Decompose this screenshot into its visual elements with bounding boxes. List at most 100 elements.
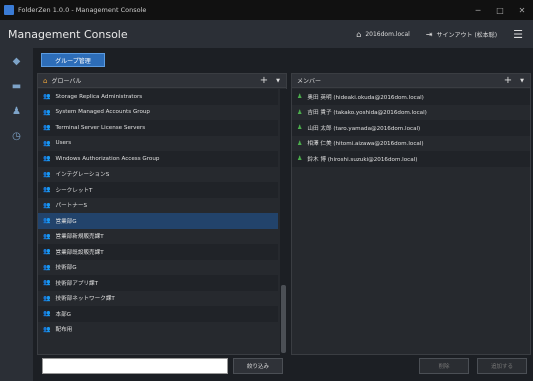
group-icon: 👥 (43, 232, 51, 240)
group-icon: 👥 (43, 93, 51, 101)
app-title: Management Console (8, 27, 128, 41)
group-icon: 👥 (43, 124, 51, 132)
groups-scrollbar[interactable] (280, 89, 287, 355)
member-name: 吉田 貴子 (takako.yoshida@2016dom.local) (307, 110, 427, 117)
domain-icon: ⌂ (356, 29, 362, 39)
group-list-item[interactable]: 👥 Storage Replica Administrators (38, 89, 278, 105)
member-name: 鈴木 博 (hiroshi.suzuki@2016dom.local) (307, 156, 418, 163)
member-name: 奥田 英明 (hideaki.okuda@2016dom.local) (307, 94, 424, 101)
members-panel-header: メンバー + ▼ (292, 74, 530, 88)
add-button[interactable]: 追加する (477, 358, 527, 374)
groups-scroll-thumb[interactable] (281, 285, 286, 353)
group-list-item[interactable]: 👥 技術部G (38, 260, 278, 276)
member-name: 山田 太郎 (taro.yamada@2016dom.local) (307, 125, 421, 132)
group-list-item[interactable]: 👥 シークレットT (38, 182, 278, 198)
folder-icon: ⌂ (43, 76, 48, 85)
group-name: System Managed Accounts Group (55, 109, 150, 116)
group-list-item[interactable]: 👥 Users (38, 136, 278, 152)
hamburger-menu-icon[interactable]: ☰ (513, 28, 523, 41)
group-list-item[interactable]: 👥 技術部アプリ課T (38, 275, 278, 291)
add-member-button[interactable]: + (504, 75, 512, 86)
group-icon: 👥 (43, 248, 51, 256)
group-icon: 👥 (43, 170, 51, 178)
group-search-input[interactable] (42, 358, 228, 374)
tab-group-management[interactable]: グループ管理 (41, 53, 105, 67)
signout-label: サインアウト (松本聡) (436, 31, 498, 39)
group-name: 技術部ネットワーク課T (55, 296, 115, 303)
group-list-item[interactable]: 👥 配布用 (38, 322, 278, 338)
group-name: 営業部既設販売課T (55, 249, 104, 256)
group-name: Storage Replica Administrators (55, 93, 143, 100)
left-nav-rail: ◆ ▬ ♟ ◷ (0, 48, 33, 381)
group-name: 配布用 (55, 327, 73, 334)
group-name: 技術部G (55, 265, 77, 272)
diamond-nav-icon[interactable]: ◆ (0, 56, 33, 67)
member-list-item[interactable]: ♟ 山田 太郎 (taro.yamada@2016dom.local) (292, 120, 530, 136)
group-list-item[interactable]: 👥 Terminal Server License Servers (38, 120, 278, 136)
clock-nav-icon[interactable]: ◷ (0, 131, 33, 142)
group-list-item[interactable]: 👥 インテグレーションS (38, 167, 278, 183)
group-list-item[interactable]: 👥 営業部新規販売課T (38, 229, 278, 245)
group-name: Terminal Server License Servers (55, 124, 146, 131)
group-list-item[interactable]: 👥 営業部G (38, 213, 278, 229)
group-name: 営業部G (55, 218, 77, 225)
group-list: 👥 Storage Replica Administrators 👥 System M… (38, 89, 278, 355)
member-list-item[interactable]: ♟ 鈴木 博 (hiroshi.suzuki@2016dom.local) (292, 151, 530, 167)
signout-icon: ⇥ (425, 29, 433, 39)
group-list-item[interactable]: 👥 技術部ネットワーク課T (38, 291, 278, 307)
domain-indicator[interactable]: ⌂ 2016dom.local (356, 30, 410, 39)
domain-label: 2016dom.local (365, 30, 410, 38)
member-list-item[interactable]: ♟ 奥田 英明 (hideaki.okuda@2016dom.local) (292, 89, 530, 105)
groups-panel-header: ⌂ グローバル + ▼ (38, 74, 286, 88)
group-icon: 👥 (43, 310, 51, 318)
group-icon: 👥 (43, 108, 51, 116)
title-bar: FolderZen 1.0.0 - Management Console ─ □… (0, 0, 533, 20)
group-name: 営業部新規販売課T (55, 234, 104, 241)
window-title: FolderZen 1.0.0 - Management Console (18, 6, 147, 14)
user-icon: ♟ (297, 93, 303, 101)
groups-dropdown-icon[interactable]: ▼ (276, 78, 280, 84)
group-name: シークレットT (55, 187, 93, 194)
user-icon: ♟ (297, 155, 303, 163)
user-nav-icon[interactable]: ♟ (0, 106, 33, 117)
groups-panel-title: グローバル (51, 78, 82, 85)
group-name: Windows Authorization Access Group (55, 155, 160, 162)
group-list-item[interactable]: 👥 本部G (38, 306, 278, 322)
app-logo-icon (4, 5, 14, 15)
add-group-button[interactable]: + (260, 75, 268, 86)
group-name: 本部G (55, 311, 72, 318)
group-list-item[interactable]: 👥 パートナーS (38, 198, 278, 214)
group-name: インテグレーションS (55, 172, 110, 179)
members-footer: 削除 追加する (291, 358, 531, 375)
minimize-button[interactable]: ─ (467, 6, 489, 15)
signout-button[interactable]: ⇥ サインアウト (松本聡) (426, 30, 497, 39)
group-icon: 👥 (43, 139, 51, 147)
user-icon: ♟ (297, 139, 303, 147)
group-icon: 👥 (43, 294, 51, 302)
groups-footer: 絞り込み (37, 358, 287, 375)
main-content: グループ管理 ⌂ グローバル + ▼ 👥 Storage Replica Admi… (33, 48, 533, 381)
members-panel-title: メンバー (297, 78, 322, 85)
delete-button[interactable]: 削除 (419, 358, 469, 374)
app-header: Management Console ⌂ 2016dom.local ⇥ サイン… (0, 20, 533, 48)
members-panel: メンバー + ▼ ♟ 奥田 英明 (hideaki.okuda@2016dom.l… (291, 73, 531, 355)
group-icon: 👥 (43, 217, 51, 225)
group-name: Users (55, 140, 72, 147)
group-icon: 👥 (43, 325, 51, 333)
group-name: 技術部アプリ課T (55, 280, 99, 287)
group-list-item[interactable]: 👥 Windows Authorization Access Group (38, 151, 278, 167)
member-list: ♟ 奥田 英明 (hideaki.okuda@2016dom.local) ♟ 吉田 … (292, 89, 530, 355)
filter-button[interactable]: 絞り込み (233, 358, 283, 374)
group-icon: 👥 (43, 263, 51, 271)
close-button[interactable]: ✕ (511, 6, 533, 15)
member-list-item[interactable]: ♟ 吉田 貴子 (takako.yoshida@2016dom.local) (292, 105, 530, 121)
group-list-item[interactable]: 👥 営業部既設販売課T (38, 244, 278, 260)
members-dropdown-icon[interactable]: ▼ (520, 78, 524, 84)
group-icon: 👥 (43, 186, 51, 194)
folder-nav-icon[interactable]: ▬ (0, 81, 33, 92)
member-list-item[interactable]: ♟ 相澤 仁美 (hitomi.aizawa@2016dom.local) (292, 136, 530, 152)
group-list-item[interactable]: 👥 System Managed Accounts Group (38, 105, 278, 121)
maximize-button[interactable]: □ (489, 6, 511, 15)
member-name: 相澤 仁美 (hitomi.aizawa@2016dom.local) (307, 141, 424, 148)
user-icon: ♟ (297, 124, 303, 132)
